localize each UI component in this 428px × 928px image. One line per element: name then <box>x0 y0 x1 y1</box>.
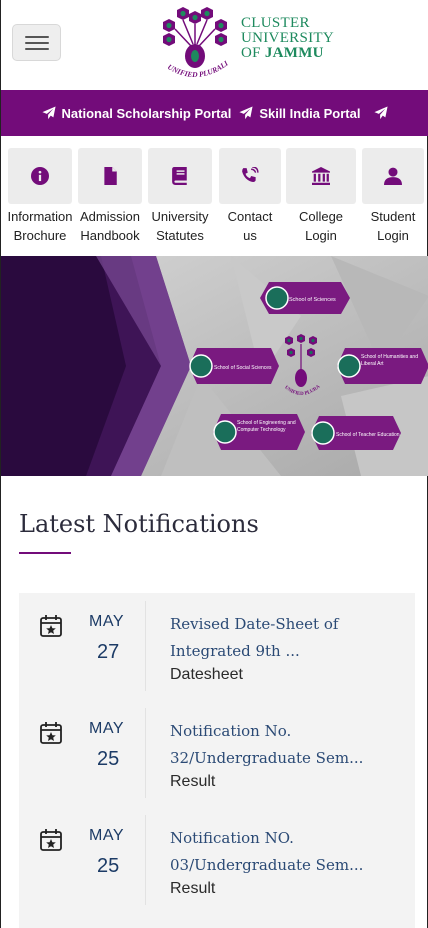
paper-plane-icon <box>239 106 253 120</box>
logo-line-1: CLUSTER <box>241 15 310 31</box>
quick-link-tile <box>8 148 72 204</box>
hero-banner: School of Sciences School of Social Scie… <box>1 256 428 476</box>
quick-link-tile <box>78 148 142 204</box>
notification-day: 27 <box>97 641 120 663</box>
paper-plane-icon <box>374 106 389 120</box>
divider <box>145 601 146 691</box>
latest-notifications-heading: Latest Notifications <box>19 510 259 538</box>
quick-link-label: Student Login <box>370 209 416 243</box>
notification-month: MAY <box>89 613 124 630</box>
schools-banner-graphic: School of Sciences School of Social Scie… <box>1 256 428 476</box>
calendar-star-icon <box>40 615 62 637</box>
notification-title-link[interactable]: Notification No. 32/Undergraduate Sem... <box>170 718 400 772</box>
peacock-emblem-icon: UNIFIED PLURALITY <box>153 4 231 79</box>
notification-day: 25 <box>97 855 120 877</box>
quick-link-contact-us[interactable]: Contact us <box>218 148 282 245</box>
divider <box>145 708 146 798</box>
quick-link-label: Information Brochure <box>7 209 73 243</box>
quick-link-label: University Statutes <box>151 209 209 243</box>
quick-link-information-brochure[interactable]: Information Brochure <box>7 148 73 245</box>
quick-link-tile <box>219 148 281 204</box>
notification-category: Result <box>170 880 216 897</box>
quick-link-label: Admission Handbook <box>80 209 140 243</box>
national-scholarship-portal-link[interactable]: National Scholarship Portal <box>41 105 232 121</box>
notification-month: MAY <box>89 827 124 844</box>
hamburger-line <box>25 48 49 50</box>
info-icon <box>31 167 49 185</box>
logo-line-3: OF JAMMU <box>241 45 324 61</box>
notification-category: Result <box>170 773 216 790</box>
quick-links: Information Brochure Admission Handbook Un… <box>1 148 428 248</box>
menu-toggle-button[interactable] <box>12 24 61 61</box>
school-badge: School of Engineering and Computer Techn… <box>213 414 305 450</box>
heading-underline <box>19 552 71 554</box>
skill-india-portal-link[interactable]: Skill India Portal <box>239 105 389 121</box>
building-icon <box>312 167 330 185</box>
paper-plane-icon <box>41 106 56 120</box>
notification-month: MAY <box>89 720 124 737</box>
hamburger-line <box>25 36 49 38</box>
svg-text:School of Sciences: School of Sciences <box>289 297 336 303</box>
book-icon <box>172 167 187 185</box>
quick-link-tile <box>148 148 212 204</box>
notifications-list: MAY 27 Revised Date-Sheet of Integrated 9… <box>19 593 415 928</box>
notification-item[interactable]: MAY 27 Revised Date-Sheet of Integrated 9… <box>19 593 415 700</box>
file-icon <box>104 167 117 185</box>
notification-category: Datesheet <box>170 666 243 683</box>
notification-item[interactable]: MAY 25 Notification No. 32/Undergraduate … <box>19 700 415 807</box>
logo-line-2: UNIVERSITY <box>241 30 334 46</box>
site-header: UNIFIED PLURALITY CLUSTER UNIVERSITY OF … <box>1 0 428 90</box>
quick-link-college-login[interactable]: College Login <box>286 148 356 245</box>
school-badge: School of Humanities and Liberal Art <box>337 348 428 384</box>
portal-label: Skill India Portal <box>259 105 361 121</box>
quick-link-university-statutes[interactable]: University Statutes <box>147 148 213 245</box>
logo-wordmark: CLUSTER UNIVERSITY OF JAMMU <box>241 16 334 61</box>
portal-links-bar: National Scholarship Portal Skill India … <box>1 90 428 136</box>
notification-item[interactable]: MAY 25 Notification NO. 03/Undergraduate … <box>19 807 415 914</box>
notification-title-link[interactable]: Revised Date-Sheet of Integrated 9th ... <box>170 611 400 665</box>
quick-link-tile <box>362 148 424 204</box>
notification-title-link[interactable]: Notification NO. 03/Undergraduate Sem... <box>170 825 400 879</box>
quick-link-student-login[interactable]: Student Login <box>362 148 424 245</box>
calendar-star-icon <box>40 722 62 744</box>
hamburger-line <box>25 42 49 44</box>
quick-link-admission-handbook[interactable]: Admission Handbook <box>77 148 143 245</box>
svg-text:School of Social Sciences: School of Social Sciences <box>214 365 272 371</box>
school-badge: School of Social Sciences <box>189 348 279 384</box>
school-badge: School of Sciences <box>260 282 350 314</box>
svg-text:School of Teacher Education: School of Teacher Education <box>336 432 400 438</box>
user-icon <box>384 167 402 185</box>
school-badge: School of Teacher Education <box>311 416 401 450</box>
university-logo[interactable]: UNIFIED PLURALITY CLUSTER UNIVERSITY OF … <box>153 4 345 84</box>
quick-link-label: College Login <box>298 209 344 243</box>
calendar-star-icon <box>40 829 62 851</box>
quick-link-label: Contact us <box>227 209 273 243</box>
quick-link-tile <box>286 148 356 204</box>
divider <box>145 815 146 905</box>
notification-day: 25 <box>97 748 120 770</box>
phone-icon <box>242 167 259 182</box>
portal-label: National Scholarship Portal <box>61 105 232 121</box>
